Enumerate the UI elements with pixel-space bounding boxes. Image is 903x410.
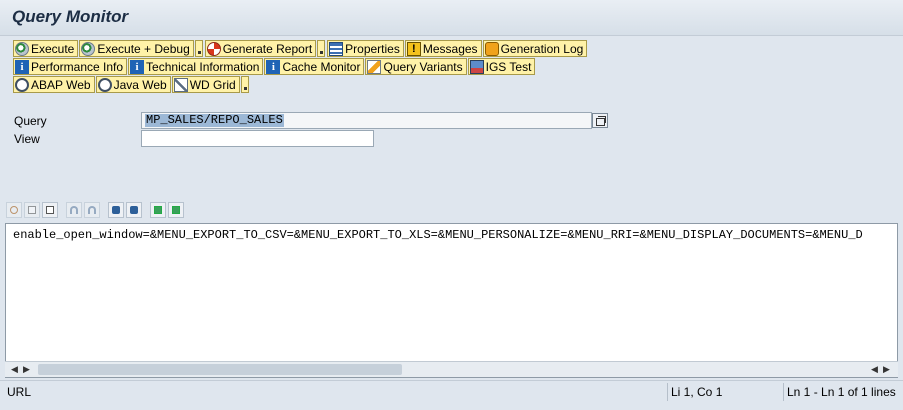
window-title: Query Monitor bbox=[12, 7, 129, 26]
load-local-file-icon[interactable] bbox=[150, 202, 166, 218]
igs-icon bbox=[469, 59, 484, 74]
properties-button[interactable]: Properties bbox=[327, 40, 404, 57]
editor-toolbar bbox=[6, 202, 186, 218]
view-field[interactable] bbox=[141, 130, 374, 147]
toolbar-row-3: ABAP Web Java Web WD Grid bbox=[13, 76, 251, 93]
status-divider bbox=[783, 383, 784, 401]
scroll-left-icon[interactable]: ◀ bbox=[11, 364, 18, 375]
messages-button[interactable]: ! Messages bbox=[404, 40, 482, 57]
generation-log-icon bbox=[484, 41, 499, 56]
cache-monitor-button[interactable]: i Cache Monitor bbox=[264, 58, 365, 75]
properties-icon bbox=[329, 41, 344, 56]
igs-test-button[interactable]: IGS Test bbox=[467, 58, 536, 75]
undo-icon[interactable] bbox=[66, 202, 82, 218]
query-field[interactable]: MP_SALES/REPO_SALES bbox=[141, 112, 592, 129]
query-variants-icon bbox=[367, 59, 382, 74]
wd-grid-button[interactable]: WD Grid bbox=[171, 76, 240, 93]
value-help-icon[interactable] bbox=[592, 113, 608, 128]
find-next-icon[interactable] bbox=[126, 202, 142, 218]
info-icon: i bbox=[15, 59, 29, 74]
query-variants-button[interactable]: Query Variants bbox=[365, 58, 467, 75]
scroll-right-icon[interactable]: ▶ bbox=[23, 364, 30, 375]
cut-icon[interactable] bbox=[6, 202, 22, 218]
generation-log-button[interactable]: Generation Log bbox=[482, 40, 588, 57]
java-web-button[interactable]: Java Web bbox=[95, 76, 171, 93]
web-icon bbox=[15, 77, 29, 92]
title-bar: Query Monitor bbox=[0, 0, 903, 36]
find-icon[interactable] bbox=[108, 202, 124, 218]
wd-grid-dropdown[interactable] bbox=[240, 76, 249, 93]
cursor-position: Li 1, Co 1 bbox=[671, 385, 723, 399]
execute-button[interactable]: Execute bbox=[13, 40, 79, 57]
view-label: View bbox=[14, 132, 40, 146]
generate-report-button[interactable]: Generate Report bbox=[204, 40, 317, 57]
scroll-left-end-icon[interactable]: ◀ bbox=[871, 364, 878, 375]
generate-report-dropdown[interactable] bbox=[317, 40, 326, 57]
copy-icon[interactable] bbox=[24, 202, 40, 218]
info-icon: i bbox=[130, 59, 145, 74]
grid-icon bbox=[173, 77, 188, 92]
redo-icon[interactable] bbox=[84, 202, 100, 218]
toolbar-row-2: i Performance Info i Technical Informati… bbox=[13, 58, 536, 75]
status-bar: URL Li 1, Co 1 Ln 1 - Ln 1 of 1 lines bbox=[0, 380, 903, 403]
scroll-right-end-icon[interactable]: ▶ bbox=[883, 364, 890, 375]
status-divider bbox=[667, 383, 668, 401]
save-local-file-icon[interactable] bbox=[168, 202, 184, 218]
execute-debug-button[interactable]: Execute + Debug bbox=[79, 40, 194, 57]
execute-debug-icon bbox=[81, 41, 96, 56]
horizontal-scrollbar[interactable]: ◀ ▶ ◀ ▶ bbox=[5, 361, 898, 377]
line-count: Ln 1 - Ln 1 of 1 lines bbox=[787, 385, 896, 399]
info-icon: i bbox=[266, 59, 281, 74]
text-editor[interactable]: enable_open_window=&MENU_EXPORT_TO_CSV=&… bbox=[5, 223, 898, 378]
messages-icon: ! bbox=[406, 41, 421, 56]
web-icon bbox=[97, 77, 112, 92]
performance-info-button[interactable]: i Performance Info bbox=[13, 58, 128, 75]
query-label: Query bbox=[14, 114, 47, 128]
editor-text: enable_open_window=&MENU_EXPORT_TO_CSV=&… bbox=[13, 228, 863, 242]
execute-debug-dropdown[interactable] bbox=[194, 40, 203, 57]
toolbar-row-1: Execute Execute + Debug Generate Report … bbox=[13, 40, 588, 57]
technical-information-button[interactable]: i Technical Information bbox=[128, 58, 264, 75]
execute-icon bbox=[15, 41, 29, 56]
paste-icon[interactable] bbox=[42, 202, 58, 218]
query-value: MP_SALES/REPO_SALES bbox=[145, 113, 284, 127]
status-left: URL bbox=[7, 385, 32, 399]
abap-web-button[interactable]: ABAP Web bbox=[13, 76, 95, 93]
scrollbar-thumb[interactable] bbox=[38, 364, 402, 375]
generate-report-icon bbox=[206, 41, 221, 56]
